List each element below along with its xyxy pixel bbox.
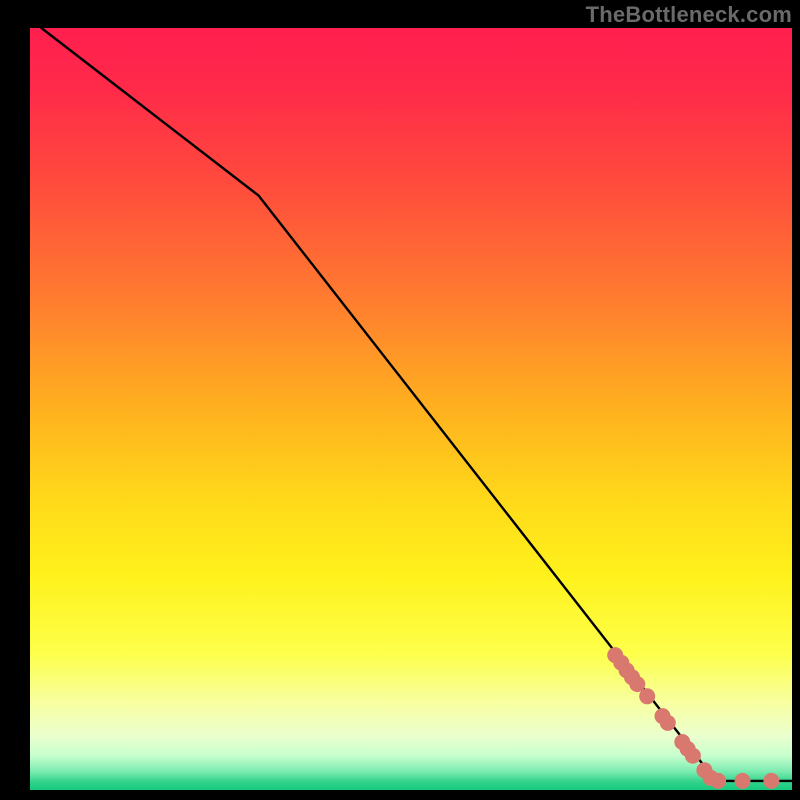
chart-frame: TheBottleneck.com — [0, 0, 800, 800]
plot-background — [30, 28, 792, 790]
marker-point — [685, 748, 701, 764]
watermark-text: TheBottleneck.com — [586, 2, 792, 28]
chart-svg — [0, 0, 800, 800]
marker-point — [639, 688, 655, 704]
marker-point — [710, 773, 726, 789]
marker-point — [763, 773, 779, 789]
marker-point — [735, 773, 751, 789]
marker-point — [660, 715, 676, 731]
